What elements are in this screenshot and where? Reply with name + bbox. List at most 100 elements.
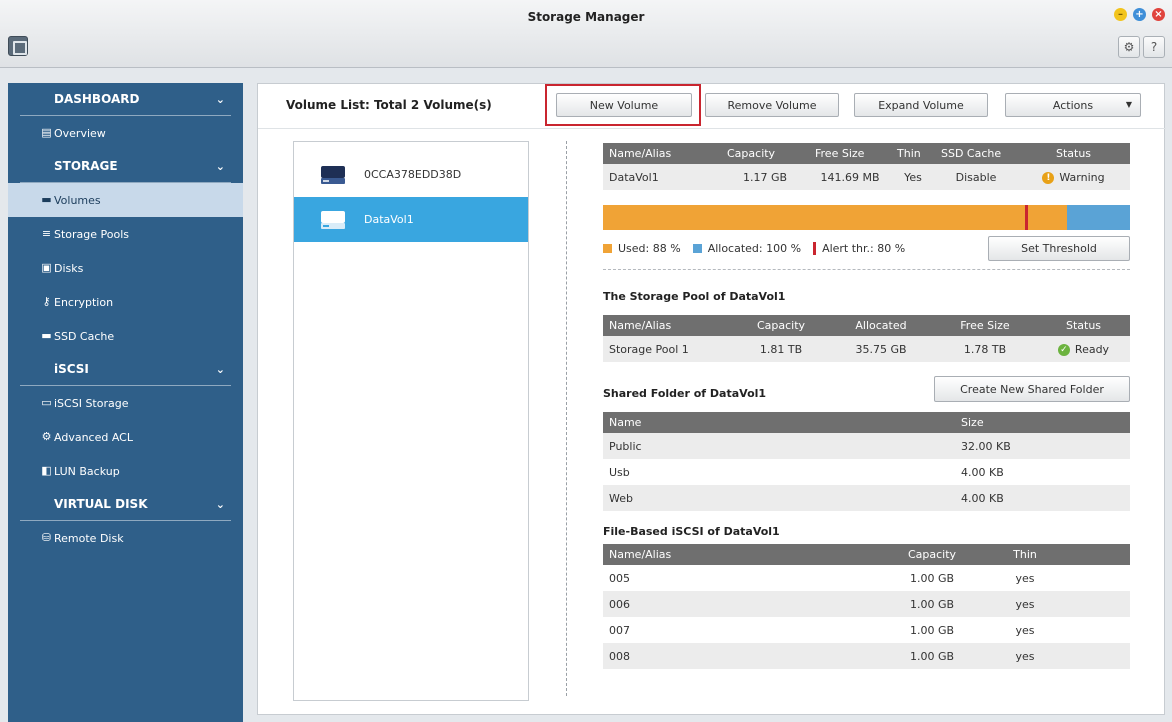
main-panel: Volume List: Total 2 Volume(s) New Volum… (257, 83, 1166, 715)
help-icon[interactable]: ? (1143, 36, 1165, 58)
status-cell: ! Warning (1017, 164, 1130, 190)
sidebar-item-label: Disks (54, 261, 84, 275)
chevron-down-icon: ⌄ (215, 93, 225, 106)
actions-dropdown[interactable]: Actions ▼ (1005, 93, 1141, 117)
cell: 4.00 KB (955, 485, 1130, 511)
divider (566, 141, 567, 696)
sidebar-item-overview[interactable]: ▤ Overview (8, 116, 243, 150)
sidebar-section-iscsi[interactable]: iSCSI ⌄ (20, 353, 231, 386)
close-icon[interactable]: × (1152, 8, 1165, 21)
sidebar-item-lun-backup[interactable]: ◧ LUN Backup (8, 454, 243, 488)
toolbar: Volume List: Total 2 Volume(s) New Volum… (258, 84, 1166, 129)
section-label: VIRTUAL DISK (54, 497, 148, 511)
col-header: Name (603, 412, 955, 433)
sidebar: DASHBOARD ⌄ ▤ Overview STORAGE ⌄ ▬ Volumes ≡… (8, 83, 243, 722)
sidebar-item-advanced-acl[interactable]: ⚙ Advanced ACL (8, 420, 243, 454)
status-text: Ready (1074, 342, 1110, 356)
key-icon: ⚷ (42, 295, 51, 308)
create-shared-folder-button[interactable]: Create New Shared Folder (934, 376, 1130, 402)
col-header: SSD Cache (935, 143, 1017, 164)
section-label: iSCSI (54, 362, 89, 376)
cell: 1.81 TB (733, 336, 829, 362)
table-row[interactable]: Usb 4.00 KB (603, 459, 1130, 485)
table-row[interactable]: DataVol1 1.17 GB 141.69 MB Yes Disable !… (603, 164, 1130, 190)
gear-icon: ⚙ (41, 430, 52, 443)
sidebar-item-label: Encryption (54, 295, 114, 309)
sidebar-item-storage-pools[interactable]: ≡ Storage Pools (8, 217, 243, 251)
cell (1055, 591, 1130, 617)
cell (1055, 617, 1130, 643)
col-header: Thin (995, 544, 1055, 565)
cell: Web (603, 485, 955, 511)
col-header: Capacity (721, 143, 809, 164)
col-header (1055, 544, 1130, 565)
set-threshold-button[interactable]: Set Threshold (988, 236, 1130, 261)
volume-name: DataVol1 (364, 213, 414, 226)
usage-bar-alert-marker (1024, 205, 1028, 230)
cell: 006 (603, 591, 869, 617)
cell: 1.78 TB (933, 336, 1037, 362)
storage-pool-table: Name/Alias Capacity Allocated Free Size … (603, 315, 1130, 362)
volume-list-item-selected[interactable]: DataVol1 (294, 197, 528, 242)
cell: 35.75 GB (829, 336, 933, 362)
storage-pool-title: The Storage Pool of DataVol1 (603, 290, 786, 303)
cell: 1.00 GB (909, 571, 955, 585)
status-text: Warning (1059, 170, 1105, 184)
sidebar-section-storage[interactable]: STORAGE ⌄ (20, 150, 231, 183)
table-row[interactable]: 008 1.00 GB yes (603, 643, 1130, 669)
col-header: Name/Alias (603, 315, 733, 336)
col-header: Allocated (829, 315, 933, 336)
disk-icon: ▣ (41, 261, 52, 274)
volume-disk-icon (321, 166, 345, 184)
col-header: Status (1017, 143, 1130, 164)
table-row[interactable]: Public 32.00 KB (603, 433, 1130, 459)
sidebar-item-ssd-cache[interactable]: ▬ SSD Cache (8, 319, 243, 353)
cell: 007 (609, 623, 630, 637)
app-menu-icon[interactable] (8, 36, 28, 56)
sidebar-item-iscsi-storage[interactable]: ▭ iSCSI Storage (8, 386, 243, 420)
col-header: Name/Alias (603, 143, 721, 164)
used-legend-swatch (603, 244, 612, 253)
remove-volume-button[interactable]: Remove Volume (705, 93, 839, 117)
usage-legend: Used: 88 % Allocated: 100 % Alert thr.: … (603, 242, 905, 255)
volume-info-table: Name/Alias Capacity Free Size Thin SSD C… (603, 143, 1130, 190)
table-row[interactable]: 006 1.00 GB yes (603, 591, 1130, 617)
shared-folder-title: Shared Folder of DataVol1 (603, 387, 767, 400)
cell: DataVol1 (603, 164, 721, 190)
table-header-row: Name/Alias Capacity Thin (603, 544, 1130, 565)
legend-alert: Alert thr.: 80 % (822, 242, 906, 255)
divider (603, 269, 1130, 270)
section-label: DASHBOARD (54, 92, 140, 106)
table-header-row: Name Size (603, 412, 1130, 433)
cell: yes (995, 591, 1055, 617)
sidebar-item-remote-disk[interactable]: ⛁ Remote Disk (8, 521, 243, 555)
storage-manager-window: Storage Manager – + × ⚙ ? DASHBOARD ⌄ ▤ Ov… (0, 0, 1172, 722)
legend-allocated: Allocated: 100 % (707, 242, 802, 255)
sidebar-item-disks[interactable]: ▣ Disks (8, 251, 243, 285)
sidebar-item-label: Storage Pools (54, 227, 130, 241)
settings-gear-icon[interactable]: ⚙ (1118, 36, 1140, 58)
overview-icon: ▤ (41, 126, 52, 139)
table-row[interactable]: 007 1.00 GB yes (603, 617, 1130, 643)
remote-disk-icon: ⛁ (41, 531, 52, 544)
volume-list-title: Volume List: Total 2 Volume(s) (286, 98, 492, 112)
actions-label: Actions (1052, 98, 1094, 112)
sidebar-section-dashboard[interactable]: DASHBOARD ⌄ (20, 83, 231, 116)
legend-used: Used: 88 % (618, 242, 681, 255)
sidebar-item-label: SSD Cache (54, 329, 115, 343)
maximize-icon[interactable]: + (1133, 8, 1146, 21)
volume-list-item[interactable]: 0CCA378EDD38D (294, 152, 528, 197)
highlight-box (545, 84, 701, 126)
table-row[interactable]: Storage Pool 1 1.81 TB 35.75 GB 1.78 TB … (603, 336, 1130, 362)
table-row[interactable]: Web 4.00 KB (603, 485, 1130, 511)
sidebar-section-virtual-disk[interactable]: VIRTUAL DISK ⌄ (20, 488, 231, 521)
sidebar-item-volumes[interactable]: ▬ Volumes (8, 183, 243, 217)
sidebar-item-label: iSCSI Storage (54, 396, 129, 410)
minimize-icon[interactable]: – (1114, 8, 1127, 21)
cell: 008 (603, 643, 869, 669)
cell: 1.00 GB (869, 643, 995, 669)
iscsi-title: File-Based iSCSI of DataVol1 (603, 525, 780, 538)
table-row[interactable]: 005 1.00 GB yes (603, 565, 1130, 591)
expand-volume-button[interactable]: Expand Volume (854, 93, 988, 117)
sidebar-item-encryption[interactable]: ⚷ Encryption (8, 285, 243, 319)
